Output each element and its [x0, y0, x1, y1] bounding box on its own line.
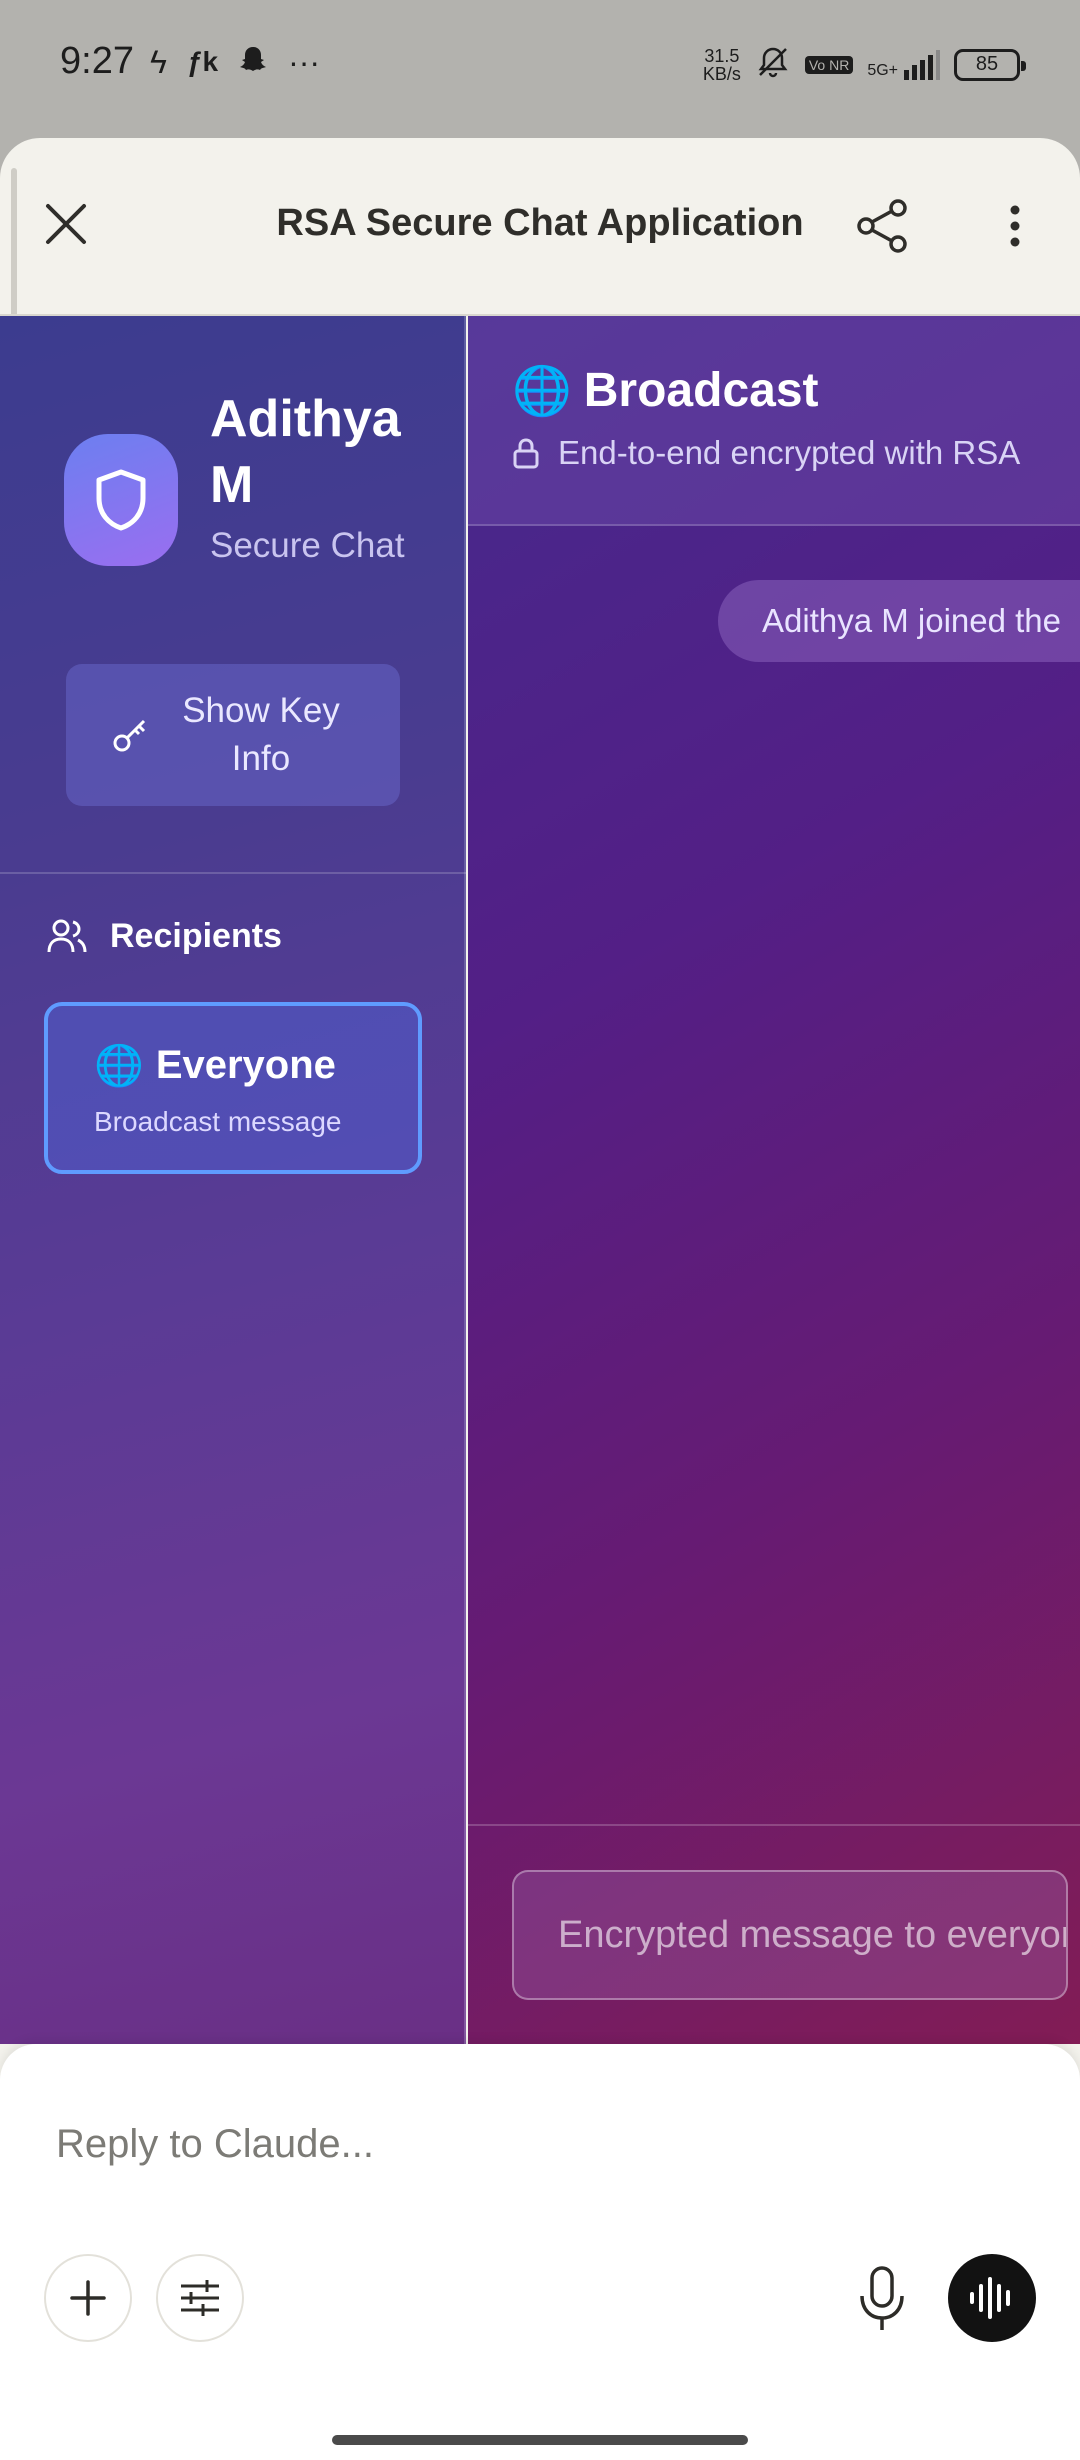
fk-icon: ƒk: [186, 45, 219, 77]
globe-icon: 🌐: [512, 365, 572, 418]
status-bar: 9:27 ϟ ƒk ··· 31.5 KB/s Vo NR 5G+ 85: [0, 0, 1080, 130]
reply-input[interactable]: [56, 2104, 956, 2184]
recipient-subtitle: Broadcast message: [94, 1106, 342, 1137]
battery-icon: 85: [954, 48, 1026, 81]
microphone-button[interactable]: [852, 2264, 912, 2334]
key-icon: [113, 719, 146, 752]
share-icon: [857, 199, 907, 253]
users-icon: [47, 919, 87, 953]
voice-mode-button[interactable]: [948, 2254, 1036, 2342]
encryption-text: End-to-end encrypted with RSA: [558, 434, 1021, 471]
more-options-button[interactable]: [1000, 196, 1030, 256]
status-right: 31.5 KB/s Vo NR 5G+ 85: [702, 44, 1026, 85]
chat-panel: 🌐 Broadcast End-to-end encrypted with RS…: [468, 316, 1080, 2044]
globe-icon: 🌐: [94, 1044, 144, 1088]
flash-icon: ϟ: [150, 43, 167, 80]
more-dots-icon: ···: [288, 43, 321, 80]
user-name: Adithya M: [210, 390, 401, 514]
sheet-header: RSA Secure Chat Application: [0, 138, 1080, 316]
snapchat-icon: [238, 44, 268, 79]
vonr-badge: Vo NR: [804, 55, 854, 74]
chat-title: 🌐 Broadcast: [512, 362, 819, 419]
show-key-info-button[interactable]: Show Key Info: [66, 664, 400, 806]
signal-icon: 5G+: [867, 49, 940, 80]
recipient-name: Everyone: [155, 1043, 336, 1087]
page-title: RSA Secure Chat Application: [276, 202, 804, 244]
chat-header: 🌐 Broadcast End-to-end encrypted with RS…: [468, 316, 1080, 526]
app-preview: Adithya M Secure Chat Show Key Info Reci…: [0, 316, 1080, 2044]
network-speed: 31.5 KB/s: [702, 45, 741, 84]
chat-composer: [468, 1824, 1080, 2044]
show-key-info-label: Show Key Info: [182, 691, 340, 778]
sidebar-divider: [0, 872, 466, 874]
recipients-label: Recipients: [110, 916, 282, 955]
microphone-icon: [860, 2266, 904, 2330]
recipient-title: 🌐 Everyone: [94, 1042, 336, 1089]
bell-off-icon: [755, 44, 791, 85]
system-message: Adithya M joined the: [718, 580, 1080, 662]
lock-icon: [513, 438, 539, 469]
avatar: [64, 434, 178, 566]
recipients-header: Recipients: [46, 916, 282, 956]
user-subtitle: Secure Chat: [210, 526, 405, 565]
waveform-icon: [970, 2277, 1010, 2319]
sliders-icon: [181, 2280, 219, 2316]
plus-icon: [70, 2280, 106, 2316]
status-time: 9:27: [60, 40, 134, 82]
shield-icon: [96, 469, 146, 531]
add-attachment-button[interactable]: [44, 2254, 132, 2342]
share-button[interactable]: [852, 196, 912, 256]
encryption-status: End-to-end encrypted with RSA: [512, 434, 1020, 472]
tools-button[interactable]: [156, 2254, 244, 2342]
more-vertical-icon: [1010, 205, 1020, 247]
sidebar: Adithya M Secure Chat Show Key Info Reci…: [0, 316, 466, 2044]
notification-icons: ϟ ƒk ···: [150, 44, 320, 79]
chat-title-text: Broadcast: [583, 364, 819, 417]
message-input[interactable]: [512, 1870, 1068, 2000]
recipient-everyone[interactable]: 🌐 Everyone Broadcast message: [44, 1002, 422, 1174]
reply-composer: [0, 2044, 1080, 2460]
home-indicator[interactable]: [332, 2435, 748, 2445]
